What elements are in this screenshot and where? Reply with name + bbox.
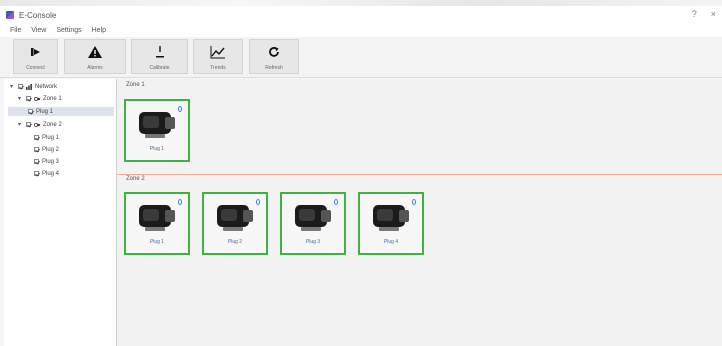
- section-divider: [117, 174, 722, 175]
- device-name: Plug 1: [149, 146, 165, 152]
- device-card[interactable]: Plug 3: [280, 192, 346, 255]
- menu-bar: File View Settings Help: [0, 24, 722, 37]
- zone-icon: [34, 122, 40, 127]
- toolbar: Connect Alarms Calibrate Trends Refresh: [0, 37, 722, 78]
- device-card[interactable]: Plug 1: [124, 192, 190, 255]
- smart-plug-icon: [217, 205, 253, 231]
- network-icon: [26, 83, 32, 90]
- zone-icon: [34, 96, 40, 101]
- checkbox[interactable]: [34, 135, 39, 140]
- checkbox[interactable]: [28, 109, 33, 114]
- tree-item[interactable]: Plug 4: [34, 169, 59, 178]
- device-card[interactable]: Plug 2: [202, 192, 268, 255]
- smart-plug-icon: [373, 205, 409, 231]
- menu-help[interactable]: Help: [92, 27, 106, 34]
- device-card[interactable]: Plug 1: [124, 99, 190, 162]
- help-icon[interactable]: ?: [692, 9, 697, 19]
- connect-icon: [30, 43, 42, 61]
- checkbox[interactable]: [26, 122, 31, 127]
- tree-item-label: Plug 1: [42, 134, 60, 141]
- tree-root[interactable]: ▾ Network: [10, 82, 57, 91]
- section-title: Zone 2: [126, 176, 145, 182]
- collapse-icon[interactable]: ▾: [18, 95, 23, 102]
- tree-item[interactable]: Plug 1: [34, 133, 59, 142]
- level-icon: [153, 43, 167, 61]
- device-name: Plug 3: [305, 239, 321, 245]
- warning-icon: [88, 43, 102, 61]
- window-title: E‑Console: [19, 10, 57, 20]
- connect-label: Connect: [26, 64, 45, 71]
- refresh-button[interactable]: Refresh: [249, 39, 299, 74]
- calibrate-button[interactable]: Calibrate: [131, 39, 188, 74]
- checkbox[interactable]: [18, 84, 23, 89]
- smart-plug-icon: [139, 205, 175, 231]
- tree-item[interactable]: Plug 3: [34, 157, 59, 166]
- device-name: Plug 4: [383, 239, 399, 245]
- menu-settings[interactable]: Settings: [56, 27, 81, 34]
- tree-item-label: Plug 3: [42, 158, 60, 165]
- device-panel: Zone 1 Plug 1 Zone 2 Plug 1 Plug 2 Plug …: [117, 79, 722, 346]
- alarms-label: Alarms: [87, 64, 103, 71]
- trend-icon: [210, 43, 226, 61]
- tree-item-selected[interactable]: Plug 1: [8, 107, 114, 116]
- tree-item-label: Plug 2: [42, 146, 60, 153]
- checkbox[interactable]: [26, 96, 31, 101]
- checkbox[interactable]: [34, 159, 39, 164]
- tree-group-label: Zone 2: [43, 121, 62, 128]
- device-card[interactable]: Plug 4: [358, 192, 424, 255]
- alarms-button[interactable]: Alarms: [64, 39, 126, 74]
- device-name: Plug 1: [149, 239, 165, 245]
- refresh-label: Refresh: [265, 64, 283, 71]
- close-icon[interactable]: ×: [711, 9, 716, 19]
- device-tree: ▾ Network ▾ Zone 1 Plug 1 ▾ Zone 2 Plug …: [4, 79, 117, 346]
- tree-item[interactable]: Plug 2: [34, 145, 59, 154]
- device-name: Plug 2: [227, 239, 243, 245]
- smart-plug-icon: [139, 112, 175, 138]
- tree-root-label: Network: [35, 83, 58, 90]
- calibrate-label: Calibrate: [149, 64, 170, 71]
- app-icon: [6, 11, 14, 19]
- menu-view[interactable]: View: [31, 27, 46, 34]
- checkbox[interactable]: [34, 147, 39, 152]
- tree-item-label: Plug 4: [42, 170, 60, 177]
- collapse-icon[interactable]: ▾: [10, 83, 15, 90]
- trends-label: Trends: [210, 64, 226, 71]
- refresh-icon: [268, 43, 280, 61]
- trends-button[interactable]: Trends: [193, 39, 243, 74]
- collapse-icon[interactable]: ▾: [18, 121, 23, 128]
- tree-group-1[interactable]: ▾ Zone 1: [18, 94, 62, 103]
- tree-group-2[interactable]: ▾ Zone 2: [18, 120, 62, 129]
- connect-button[interactable]: Connect: [13, 39, 58, 74]
- checkbox[interactable]: [34, 171, 39, 176]
- title-bar: E‑Console ? ×: [0, 6, 722, 24]
- section-title: Zone 1: [126, 82, 145, 88]
- tree-group-label: Zone 1: [43, 95, 62, 102]
- smart-plug-icon: [295, 205, 331, 231]
- tree-item-label: Plug 1: [36, 108, 54, 115]
- menu-file[interactable]: File: [10, 27, 21, 34]
